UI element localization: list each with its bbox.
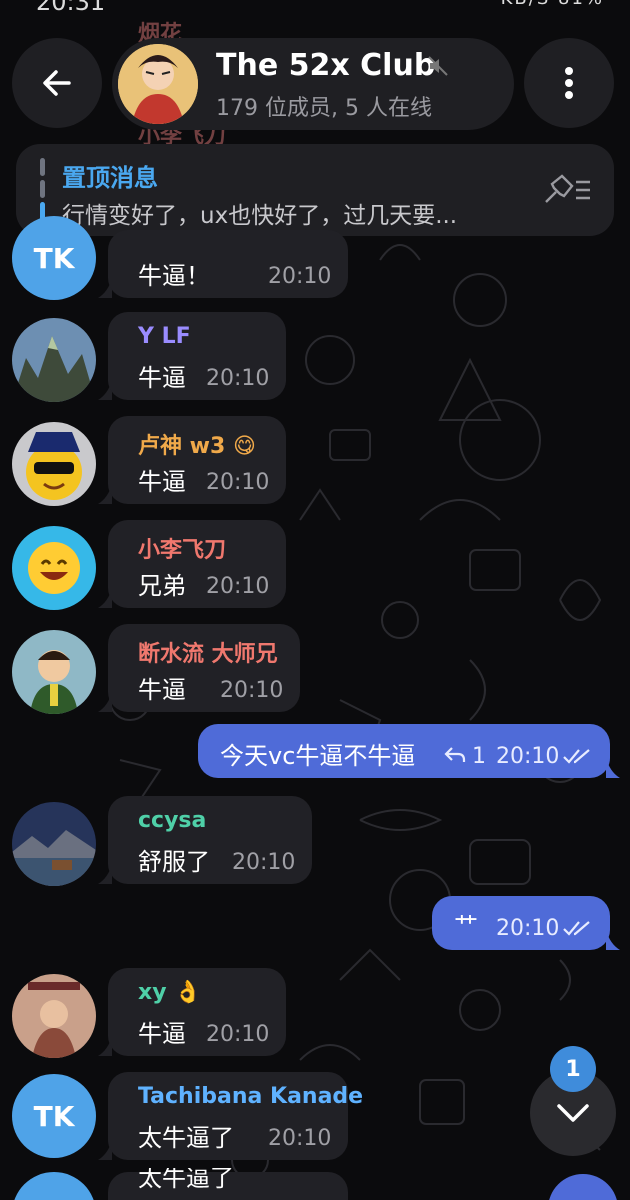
member-count: 179 位成员, 5 人在线 xyxy=(216,96,432,121)
avatar-image-illustration xyxy=(12,974,96,1058)
message-time: 20:10 xyxy=(206,366,270,391)
pinned-message-bar[interactable]: 置顶消息 行情变好了，ux也快好了，过几天要... xyxy=(16,144,614,236)
sender-emoji: 😋 xyxy=(232,434,256,459)
avatar-image-cartoon-man xyxy=(12,630,96,714)
message-bubble[interactable]: 断水流 大师兄 牛逼 20:10 xyxy=(108,624,300,712)
outgoing-message-bubble[interactable]: 艹 20:10 xyxy=(432,896,610,950)
group-avatar-image xyxy=(118,44,198,124)
arrow-left-icon xyxy=(43,70,71,96)
avatar[interactable]: TK xyxy=(12,1074,96,1158)
unread-count-badge: 1 xyxy=(550,1046,596,1092)
group-title: The 52x Club xyxy=(216,48,436,83)
message-text: 兄弟 xyxy=(138,572,186,600)
pinned-indicator xyxy=(40,158,45,222)
muted-speaker-icon xyxy=(428,56,448,76)
sender-name-text: 卢神 w3 xyxy=(138,434,226,459)
message-time: 20:10 xyxy=(232,850,296,875)
message-time: 20:10 xyxy=(268,1126,332,1151)
message-time: 20:10 xyxy=(268,264,332,289)
chat-title-bar[interactable]: The 52x Club 179 位成员, 5 人在线 xyxy=(112,38,514,130)
sender-name[interactable]: xy 👌 xyxy=(138,980,202,1005)
reply-count[interactable]: 1 xyxy=(472,744,486,769)
message-time: 20:10 xyxy=(220,678,284,703)
avatar[interactable]: TK xyxy=(12,216,96,300)
send-button[interactable] xyxy=(548,1174,618,1200)
message-text: 牛逼 xyxy=(138,364,186,392)
sender-emoji: 👌 xyxy=(174,980,202,1005)
avatar[interactable] xyxy=(12,630,96,714)
outgoing-message-bubble[interactable]: 今天vc牛逼不牛逼 1 20:10 xyxy=(198,724,610,778)
double-check-icon xyxy=(563,749,590,764)
avatar-image-laughing-face xyxy=(28,542,80,594)
pin-list-icon[interactable] xyxy=(542,174,592,206)
sender-name-text: xy xyxy=(138,980,167,1005)
sender-name[interactable]: 卢神 w3 😋 xyxy=(138,428,256,460)
message-text: 舒服了 xyxy=(138,848,210,876)
avatar-image-lake-night xyxy=(12,802,96,886)
sender-name[interactable]: Tachibana Kanade xyxy=(138,1084,363,1109)
status-time: 20:31 xyxy=(36,0,105,12)
next-message-peek: TK 太牛逼了 xyxy=(0,1168,630,1200)
avatar-image-mascot xyxy=(12,422,96,506)
sender-name[interactable]: 小李飞刀 xyxy=(138,532,226,564)
reply-icon[interactable] xyxy=(444,746,466,764)
message-text: 艹 xyxy=(454,912,478,940)
group-avatar[interactable] xyxy=(118,44,198,124)
message-text: 太牛逼了 xyxy=(138,1124,234,1152)
message-text: 牛逼 xyxy=(138,676,186,704)
message-bubble[interactable]: Y LF 牛逼 20:10 xyxy=(108,312,286,400)
avatar[interactable] xyxy=(12,422,96,506)
avatar[interactable] xyxy=(12,802,96,886)
back-button[interactable] xyxy=(12,38,102,128)
sender-name[interactable]: ccysa xyxy=(138,808,206,833)
avatar[interactable] xyxy=(12,318,96,402)
message-time: 20:10 xyxy=(206,1022,270,1047)
avatar[interactable]: TK xyxy=(12,1172,96,1200)
message-text: 牛逼 xyxy=(138,468,186,496)
message-time: 20:10 xyxy=(206,574,270,599)
chevron-down-icon xyxy=(557,1104,589,1122)
avatar-image-mountain xyxy=(12,318,96,402)
double-check-icon xyxy=(563,921,590,936)
message-bubble[interactable]: 牛逼！ 20:10 xyxy=(108,230,348,298)
pinned-text: 行情变好了，ux也快好了，过几天要... xyxy=(62,203,458,229)
message-bubble[interactable]: xy 👌 牛逼 20:10 xyxy=(108,968,286,1056)
avatar[interactable] xyxy=(12,526,96,610)
message-time: 20:10 xyxy=(496,916,560,941)
message-text: 太牛逼了 xyxy=(138,1168,234,1192)
message-bubble[interactable]: ccysa 舒服了 20:10 xyxy=(108,796,312,884)
avatar-initials: TK xyxy=(33,1099,75,1133)
status-bar: 20:31 KB/S 81% xyxy=(0,0,630,12)
message-bubble[interactable]: Tachibana Kanade 太牛逼了 20:10 xyxy=(108,1072,363,1160)
pinned-title: 置顶消息 xyxy=(62,164,158,192)
message-time: 20:10 xyxy=(206,470,270,495)
more-vertical-icon xyxy=(565,67,573,99)
message-text: 牛逼！ xyxy=(138,262,210,290)
sender-name[interactable]: Y LF xyxy=(138,324,191,349)
message-bubble[interactable]: 卢神 w3 😋 牛逼 20:10 xyxy=(108,416,286,504)
more-options-button[interactable] xyxy=(524,38,614,128)
message-time: 20:10 xyxy=(496,744,560,769)
message-bubble[interactable]: 太牛逼了 xyxy=(108,1168,348,1200)
sender-name[interactable]: 断水流 大师兄 xyxy=(138,636,278,668)
message-text: 今天vc牛逼不牛逼 xyxy=(220,742,416,770)
avatar-initials: TK xyxy=(33,241,75,275)
avatar[interactable] xyxy=(12,974,96,1058)
message-bubble[interactable]: 小李飞刀 兄弟 20:10 xyxy=(108,520,286,608)
message-text: 牛逼 xyxy=(138,1020,186,1048)
status-icons: KB/S 81% xyxy=(501,0,604,9)
